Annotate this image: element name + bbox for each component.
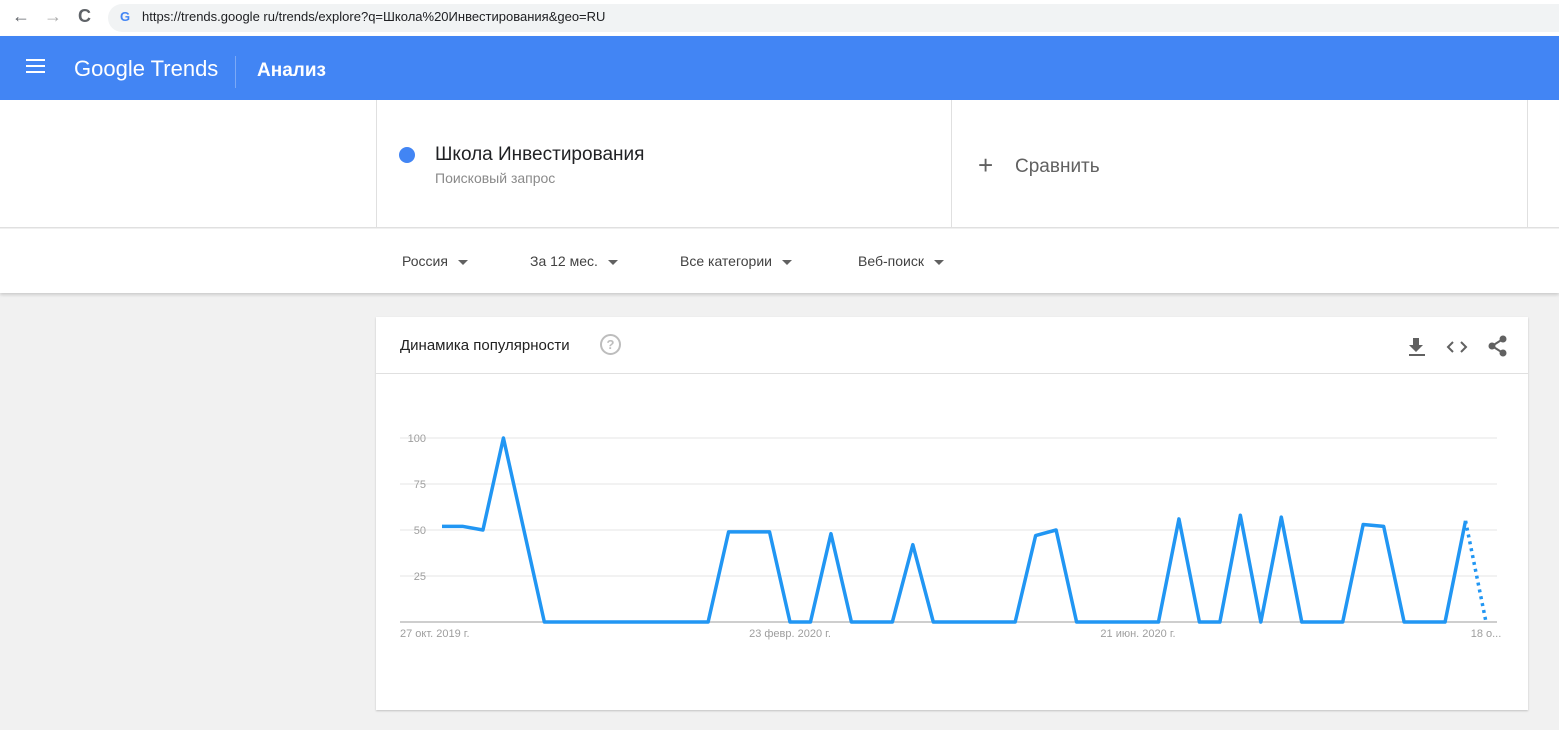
filter-label: За 12 мес. <box>530 253 598 269</box>
compare-button[interactable]: Сравнить <box>1015 156 1100 178</box>
filter-category[interactable]: Все категории <box>680 253 792 269</box>
share-icon[interactable] <box>1487 335 1509 357</box>
y-tick-label: 50 <box>414 525 426 537</box>
dropdown-arrow-icon <box>457 259 468 265</box>
logo[interactable]: Google Trends <box>74 56 218 82</box>
menu-icon[interactable] <box>26 59 45 73</box>
line-chart: 100 75 50 25 27 окт. 2019 г. 23 февр. 2020 г.… <box>400 433 1502 640</box>
card-title: Динамика популярности <box>400 337 570 354</box>
filter-label: Все категории <box>680 253 772 269</box>
download-icon[interactable] <box>1407 336 1427 358</box>
divider <box>951 100 952 228</box>
filter-time[interactable]: За 12 мес. <box>530 253 618 269</box>
google-favicon-icon: G <box>120 9 131 24</box>
filter-region[interactable]: Россия <box>402 253 468 269</box>
embed-code-icon[interactable] <box>1446 338 1468 356</box>
app-header <box>0 36 1559 100</box>
reload-icon[interactable]: C <box>78 6 91 27</box>
dropdown-arrow-icon <box>933 259 944 265</box>
y-tick-label: 25 <box>414 571 426 583</box>
x-tick-label: 21 июн. 2020 г. <box>1100 628 1175 640</box>
divider <box>235 56 236 88</box>
plus-icon[interactable]: + <box>978 152 993 178</box>
x-tick-label: 18 о... <box>1471 628 1502 640</box>
x-tick-label: 23 февр. 2020 г. <box>749 628 831 640</box>
page-title: Анализ <box>257 60 326 81</box>
url-text[interactable]: https://trends.google ru/trends/explore?… <box>142 9 605 24</box>
series-partial-line <box>1463 520 1488 623</box>
divider <box>1527 100 1528 228</box>
term-color-dot <box>399 147 415 163</box>
forward-icon[interactable]: → <box>44 6 62 27</box>
search-term[interactable]: Школа Инвестирования <box>435 144 644 166</box>
back-icon[interactable]: ← <box>12 6 30 27</box>
help-icon[interactable]: ? <box>600 334 621 355</box>
search-terms-bar <box>0 100 1559 228</box>
dropdown-arrow-icon <box>607 259 618 265</box>
filter-label: Россия <box>402 253 448 269</box>
y-tick-label: 100 <box>408 433 426 445</box>
dropdown-arrow-icon <box>781 259 792 265</box>
filter-search-type[interactable]: Веб-поиск <box>858 253 944 269</box>
search-term-type: Поисковый запрос <box>435 170 556 186</box>
filter-label: Веб-поиск <box>858 253 924 269</box>
divider <box>376 100 377 228</box>
x-tick-label: 27 окт. 2019 г. <box>400 628 470 640</box>
y-tick-label: 75 <box>414 479 426 491</box>
